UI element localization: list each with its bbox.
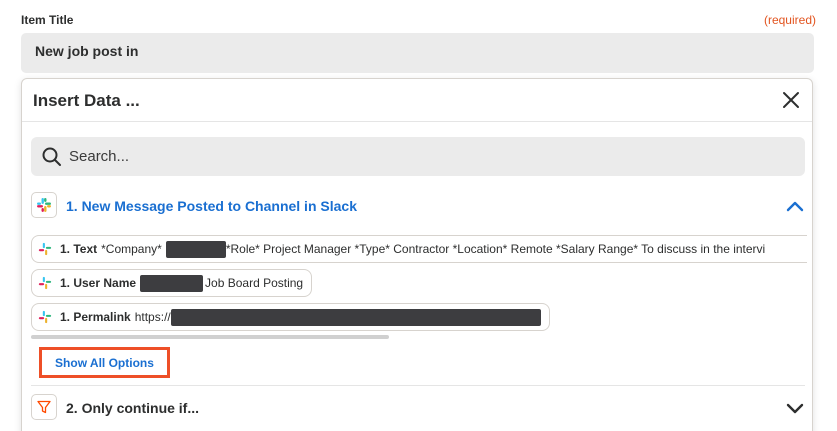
insert-data-modal: Insert Data ... 1. New Message Posted to… xyxy=(21,78,813,431)
data-pill-list: 1. Text *Company* *Role* Project Manager… xyxy=(31,235,807,335)
pill-label: 1. Permalink xyxy=(60,310,131,324)
data-pill-text[interactable]: 1. Text *Company* *Role* Project Manager… xyxy=(31,235,807,263)
filter-icon xyxy=(31,394,57,420)
slack-logo-icon xyxy=(38,242,52,256)
data-pill-user-name[interactable]: 1. User Name Job Board Posting xyxy=(31,269,313,297)
pill-value-prefix: https:// xyxy=(134,310,171,324)
slack-logo-icon xyxy=(38,276,52,290)
item-title-label: Item Title xyxy=(21,13,74,27)
modal-title: Insert Data ... xyxy=(33,91,140,110)
pill-label: 1. Text xyxy=(60,242,98,256)
pill-value: *Role* Project Manager *Type* Contractor… xyxy=(225,242,766,256)
modal-header: Insert Data ... xyxy=(22,79,812,122)
redacted-block xyxy=(170,308,541,326)
horizontal-scrollbar[interactable] xyxy=(31,335,389,339)
chevron-up-icon[interactable] xyxy=(785,197,805,217)
data-pill-permalink[interactable]: 1. Permalink https:// xyxy=(31,303,550,331)
section-filter-title: 2. Only continue if... xyxy=(66,400,200,416)
section-filter-header[interactable]: 2. Only continue if... xyxy=(31,394,805,422)
search-input[interactable] xyxy=(69,137,789,176)
item-title-value: New job post in xyxy=(35,43,139,59)
redacted-block xyxy=(165,240,226,258)
section-divider xyxy=(31,385,805,386)
search-icon xyxy=(41,146,62,167)
item-title-label-row: Item Title (required) xyxy=(21,13,816,31)
slack-logo-icon xyxy=(31,192,57,218)
close-icon[interactable] xyxy=(780,89,802,111)
section-slack-header[interactable]: 1. New Message Posted to Channel in Slac… xyxy=(31,192,805,222)
item-title-input[interactable]: New job post in xyxy=(21,33,814,73)
pill-value: Job Board Posting xyxy=(205,276,304,290)
search-field[interactable] xyxy=(31,137,805,176)
redacted-block xyxy=(140,274,204,292)
required-indicator: (required) xyxy=(763,13,816,27)
chevron-down-icon[interactable] xyxy=(785,398,805,418)
show-all-options-button[interactable]: Show All Options xyxy=(39,347,170,378)
pill-value-prefix: *Company* xyxy=(101,242,162,256)
section-slack-title: 1. New Message Posted to Channel in Slac… xyxy=(66,198,357,214)
slack-logo-icon xyxy=(38,310,52,324)
pill-label: 1. User Name xyxy=(60,276,137,290)
